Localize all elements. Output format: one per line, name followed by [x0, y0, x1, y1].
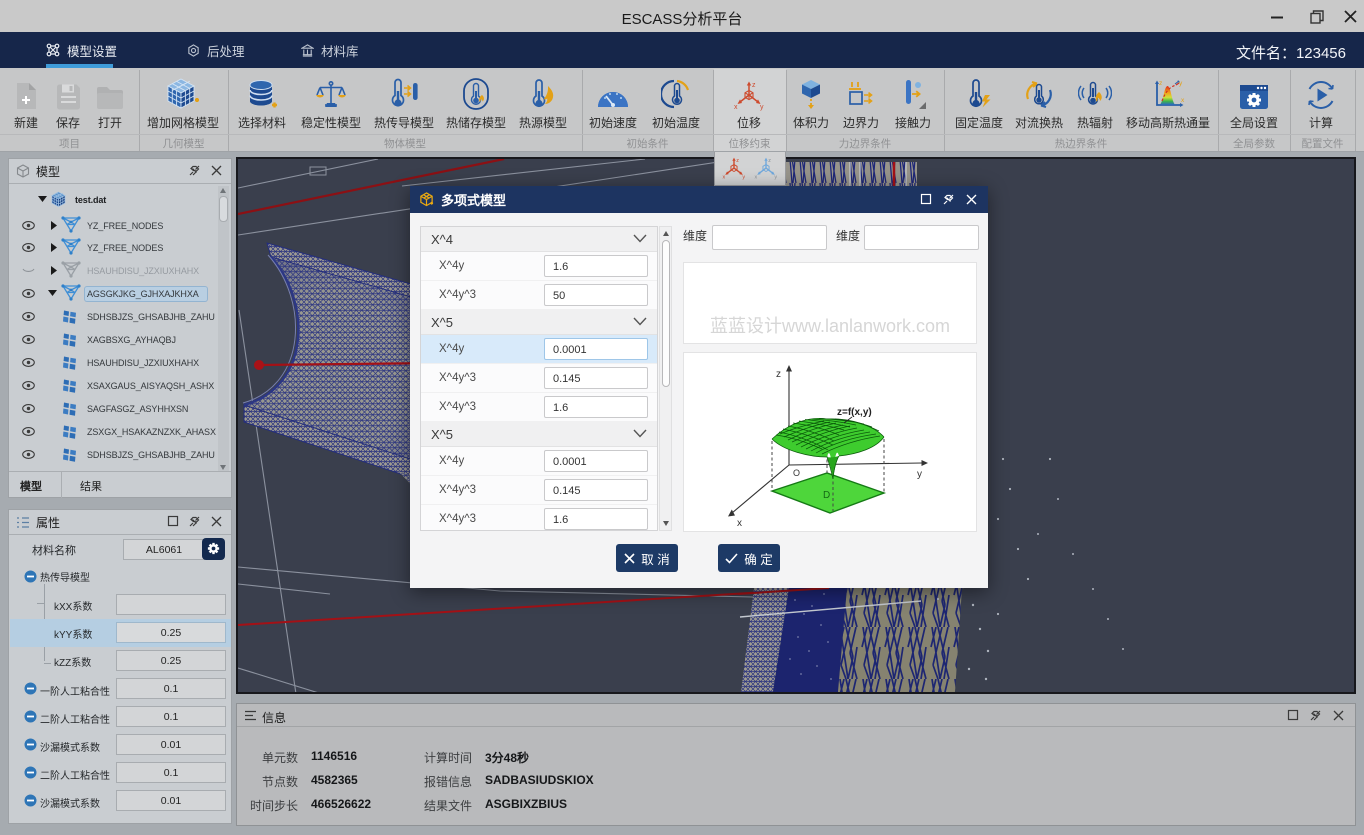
svg-text:y: y: [917, 469, 922, 480]
svg-text:O: O: [793, 468, 800, 478]
svg-text:y: y: [774, 175, 777, 181]
svg-text:x: x: [737, 518, 742, 529]
svg-text:z: z: [752, 82, 756, 89]
svg-text:y: y: [1179, 80, 1183, 87]
svg-text:D: D: [823, 490, 830, 501]
svg-text:z: z: [1159, 80, 1162, 87]
svg-text:z: z: [736, 158, 739, 164]
svg-text:y: y: [760, 104, 764, 111]
svg-text:y: y: [742, 175, 745, 181]
svg-text:x: x: [723, 175, 726, 181]
svg-text:x: x: [755, 175, 758, 181]
svg-text:x: x: [1181, 97, 1185, 104]
svg-text:z: z: [776, 369, 781, 380]
svg-text:z=f(x,y): z=f(x,y): [837, 407, 872, 418]
svg-text:x: x: [734, 104, 738, 111]
svg-text:z: z: [768, 158, 771, 164]
